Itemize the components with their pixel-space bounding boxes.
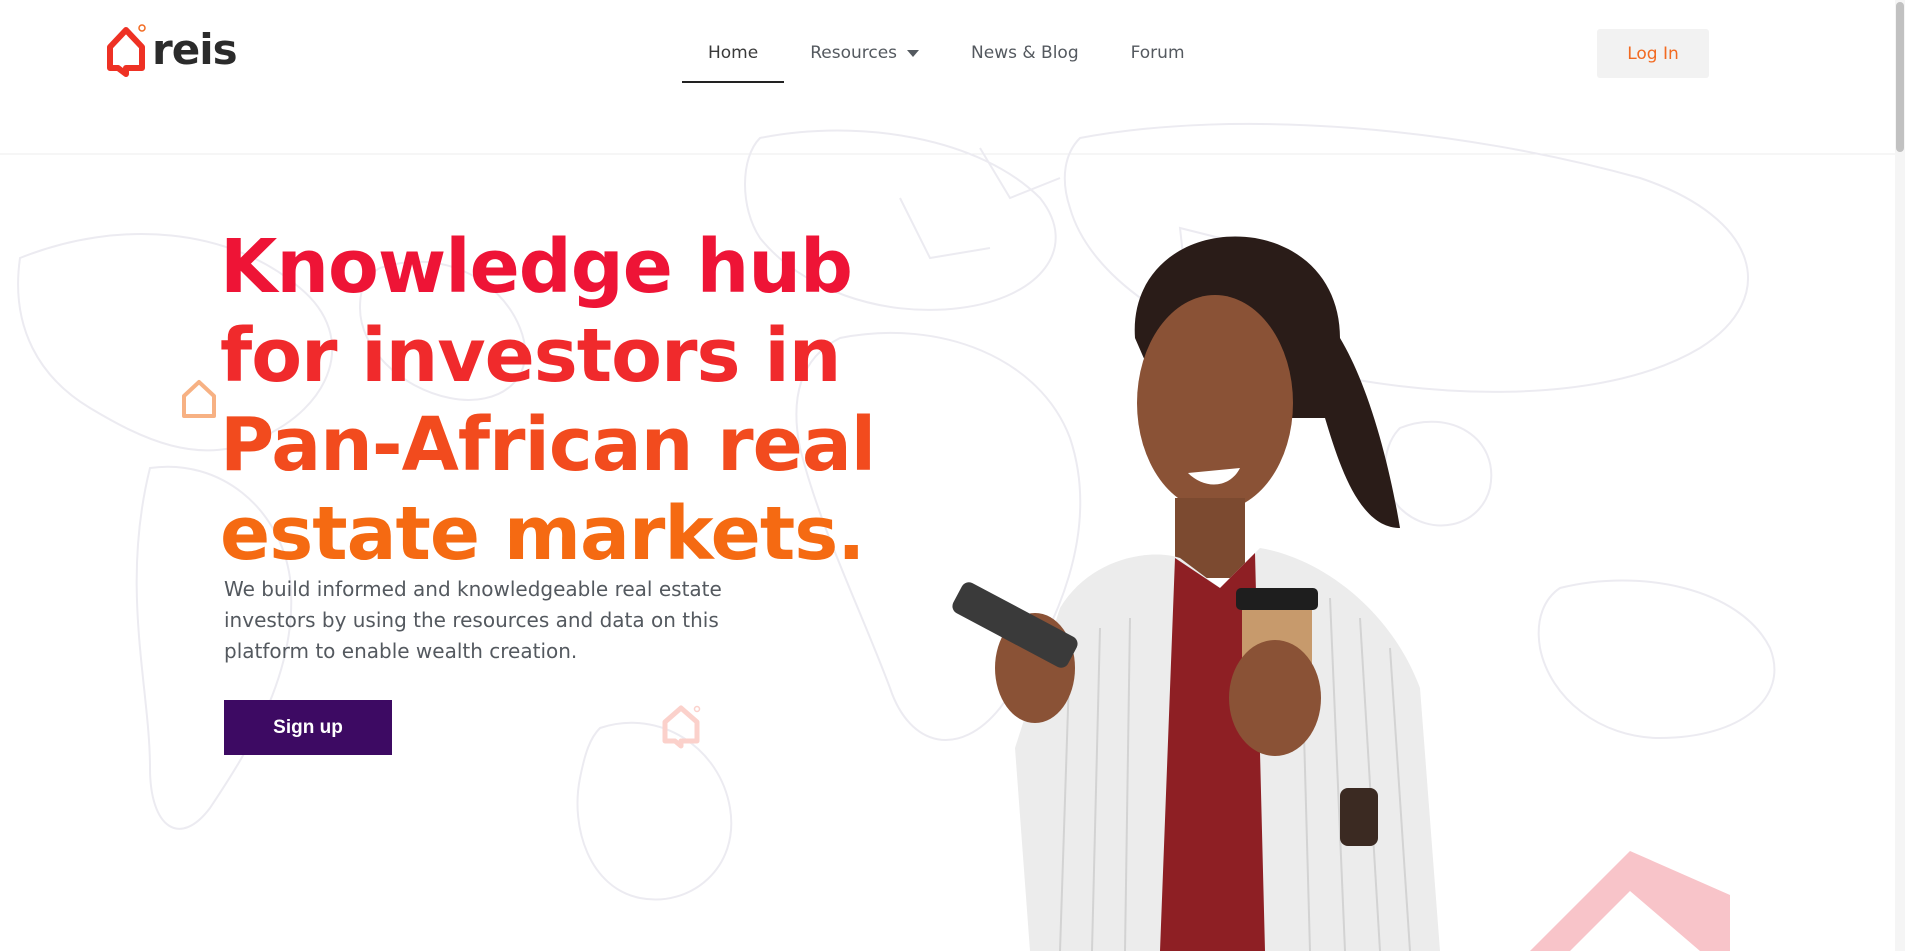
nav-forum-label: Forum: [1130, 43, 1185, 63]
house-logo-icon: [107, 24, 146, 77]
house-outline-icon: [182, 380, 216, 418]
nav-resources-label: Resources: [810, 43, 898, 63]
hero-subtext: We build informed and knowledgeable real…: [224, 577, 722, 663]
login-button[interactable]: Log In: [1597, 29, 1709, 78]
headline-line-2: for investors in: [220, 313, 841, 399]
signup-button[interactable]: Sign up: [224, 700, 392, 755]
hero-woman-image: [952, 236, 1440, 951]
nav-news-blog[interactable]: News & Blog: [945, 28, 1105, 83]
nav-news-blog-label: News & Blog: [971, 43, 1079, 63]
hero-headline: Knowledge hub for investors in Pan-Afric…: [220, 223, 920, 579]
headline-line-1: Knowledge hub: [220, 224, 853, 310]
main-nav: Home Resources News & Blog Forum: [682, 28, 1211, 84]
headline-line-3: Pan-African real: [220, 402, 876, 488]
site-header: reis Home Resources News & Blog Forum Lo…: [0, 0, 1905, 108]
headline-line-4: estate markets.: [220, 491, 865, 577]
hero-section: Knowledge hub for investors in Pan-Afric…: [0, 108, 1905, 951]
logo-wordmark: reis: [152, 25, 238, 74]
nav-home-label: Home: [708, 43, 759, 63]
reis-logo[interactable]: reis: [104, 22, 238, 78]
scrollbar-thumb[interactable]: [1896, 2, 1904, 152]
page-scrollbar[interactable]: [1895, 0, 1905, 951]
chevron-down-icon: [907, 49, 920, 57]
nav-home[interactable]: Home: [682, 28, 785, 83]
house-outline-icon: [662, 705, 701, 749]
login-button-label: Log In: [1627, 43, 1679, 64]
signup-button-label: Sign up: [273, 716, 343, 738]
nav-forum[interactable]: Forum: [1105, 28, 1211, 83]
nav-resources[interactable]: Resources: [784, 28, 945, 83]
chevron-decoration: [1530, 851, 1730, 951]
